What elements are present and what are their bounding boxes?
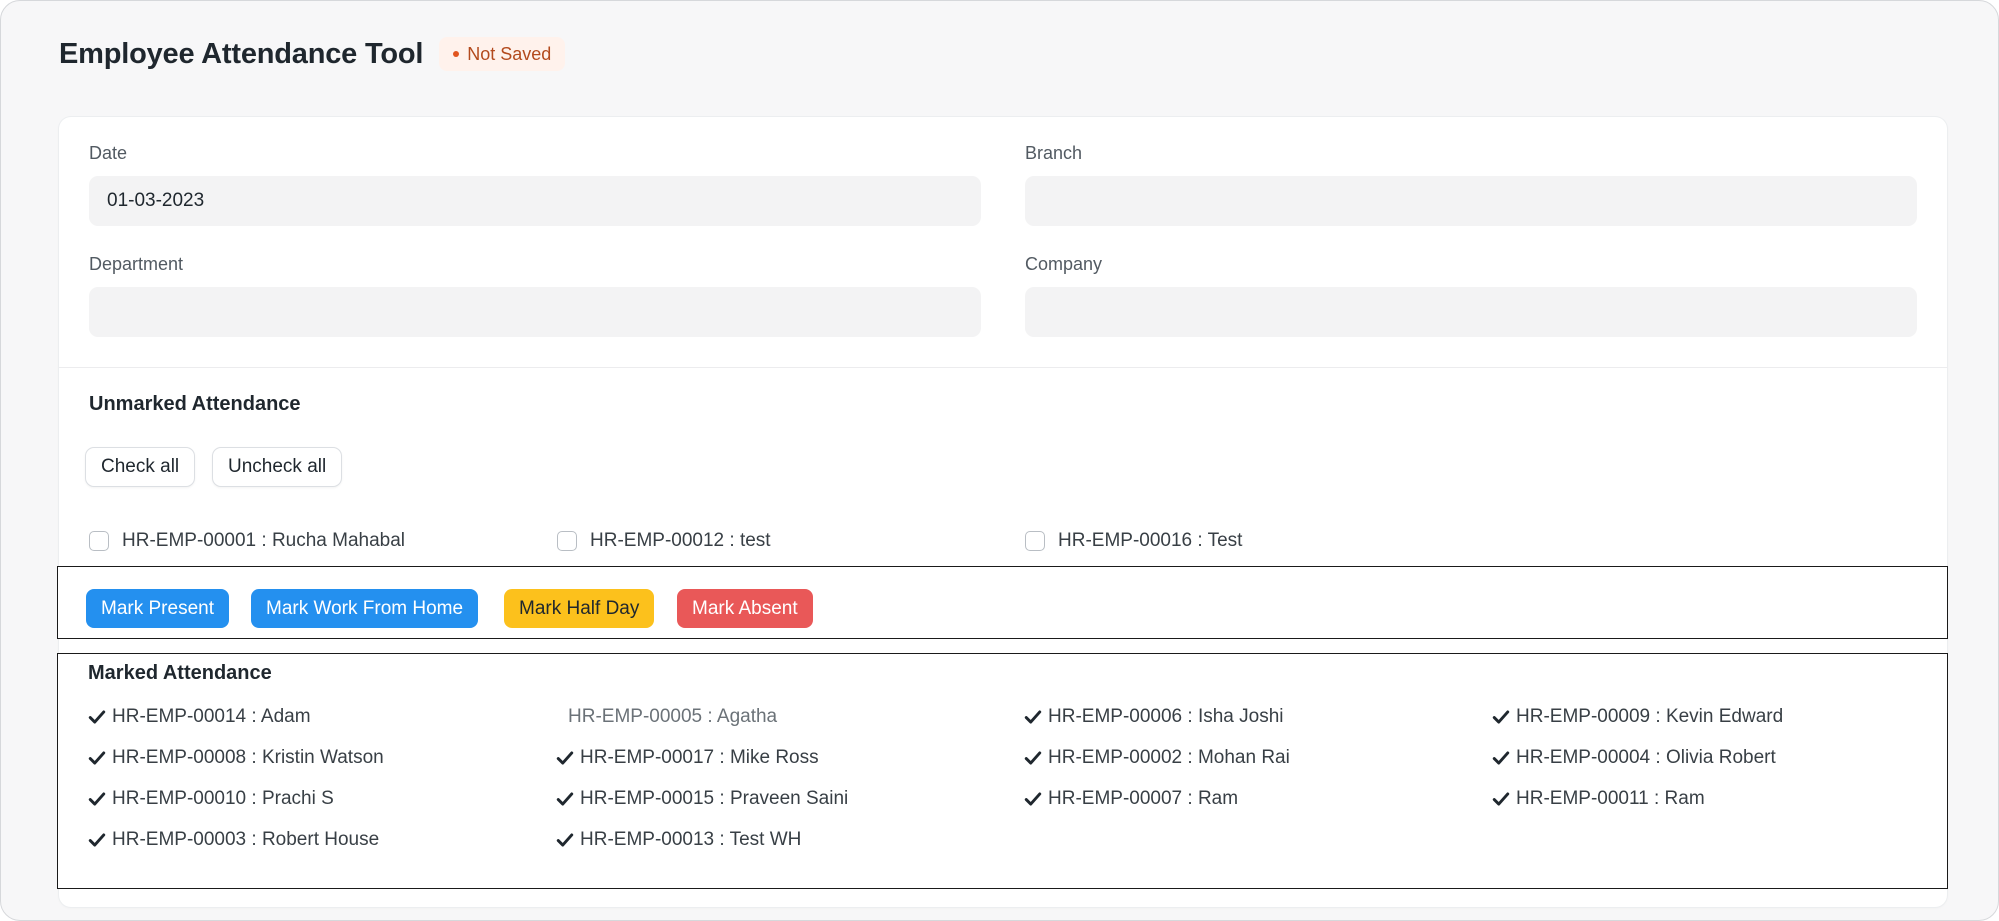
- date-label: Date: [89, 143, 128, 163]
- mark-work-from-home-button[interactable]: Mark Work From Home: [251, 589, 479, 628]
- department-field: Department: [89, 254, 981, 337]
- status-dot-icon: [453, 51, 460, 57]
- status-badge-label: Not Saved: [467, 43, 552, 64]
- mark-present-button[interactable]: Mark Present: [86, 589, 229, 628]
- marked-employee-label: HR-EMP-00010 : Prachi S: [112, 788, 334, 809]
- company-field: Company: [1025, 254, 1917, 337]
- section-divider: [59, 367, 1947, 368]
- department-input[interactable]: [89, 287, 981, 337]
- marked-employee-item: HR-EMP-00004 : Olivia Robert: [1492, 747, 1776, 769]
- page-title: Employee Attendance Tool: [59, 37, 424, 70]
- check-icon: [556, 792, 574, 806]
- check-icon: [1492, 792, 1510, 806]
- check-icon: [88, 751, 106, 765]
- marked-employee-label: HR-EMP-00007 : Ram: [1048, 788, 1239, 809]
- marked-employee-item: HR-EMP-00008 : Kristin Watson: [88, 747, 384, 769]
- page-header: Employee Attendance Tool Not Saved: [59, 31, 566, 77]
- check-icon: [1024, 792, 1042, 806]
- marked-attendance-section: Marked Attendance HR-EMP-00014 : Adam HR-…: [57, 653, 1948, 889]
- marked-employee-item: HR-EMP-00011 : Ram: [1492, 788, 1705, 810]
- marked-employee-item: HR-EMP-00002 : Mohan Rai: [1024, 747, 1290, 769]
- marked-employee-label: HR-EMP-00013 : Test WH: [580, 829, 802, 850]
- employee-label: HR-EMP-00016 : Test: [1058, 530, 1243, 551]
- marked-employee-item: HR-EMP-00014 : Adam: [88, 706, 311, 728]
- date-field: Date 01-03-2023: [89, 143, 981, 226]
- marked-employee-label: HR-EMP-00002 : Mohan Rai: [1048, 747, 1290, 768]
- employee-checkbox[interactable]: [557, 531, 577, 551]
- check-icon: [556, 751, 574, 765]
- check-icon: [88, 833, 106, 847]
- marked-employee-item: HR-EMP-00017 : Mike Ross: [556, 747, 819, 769]
- check-icon: [88, 792, 106, 806]
- marked-employee-item: HR-EMP-00003 : Robert House: [88, 829, 379, 851]
- employee-checkbox[interactable]: [1025, 531, 1045, 551]
- check-icon: [1024, 710, 1042, 724]
- check-all-button[interactable]: Check all: [85, 447, 196, 487]
- unmarked-employee-row[interactable]: HR-EMP-00016 : Test: [1025, 530, 1242, 552]
- marked-employee-item: HR-EMP-00013 : Test WH: [556, 829, 801, 851]
- app-window: Employee Attendance Tool Not Saved Date …: [0, 0, 1999, 921]
- employee-label: HR-EMP-00012 : test: [590, 530, 771, 551]
- marked-employee-label: HR-EMP-00014 : Adam: [112, 706, 311, 727]
- marked-employee-label: HR-EMP-00009 : Kevin Edward: [1516, 706, 1784, 727]
- marked-employee-item: HR-EMP-00006 : Isha Joshi: [1024, 706, 1284, 728]
- marked-employee-item: HR-EMP-00005 : Agatha: [556, 706, 777, 728]
- mark-actions-bar: Mark Present Mark Work From Home Mark Ha…: [57, 566, 1948, 639]
- employee-checkbox[interactable]: [89, 531, 109, 551]
- branch-input[interactable]: [1025, 176, 1917, 226]
- marked-employee-item: HR-EMP-00010 : Prachi S: [88, 788, 334, 810]
- check-icon: [556, 833, 574, 847]
- date-input[interactable]: 01-03-2023: [89, 176, 981, 226]
- marked-employee-label: HR-EMP-00008 : Kristin Watson: [112, 747, 384, 768]
- marked-employee-label: HR-EMP-00004 : Olivia Robert: [1516, 747, 1776, 768]
- check-icon: [1024, 751, 1042, 765]
- unmarked-employee-row[interactable]: HR-EMP-00001 : Rucha Mahabal: [89, 530, 405, 552]
- marked-employee-label: HR-EMP-00006 : Isha Joshi: [1048, 706, 1284, 727]
- uncheck-all-button[interactable]: Uncheck all: [212, 447, 343, 487]
- mark-half-day-button[interactable]: Mark Half Day: [504, 589, 655, 628]
- branch-label: Branch: [1025, 143, 1083, 163]
- unmarked-attendance-title: Unmarked Attendance: [89, 393, 301, 415]
- marked-employee-label: HR-EMP-00003 : Robert House: [112, 829, 380, 850]
- marked-employee-label: HR-EMP-00017 : Mike Ross: [580, 747, 819, 768]
- marked-employee-item: HR-EMP-00007 : Ram: [1024, 788, 1238, 810]
- branch-field: Branch: [1025, 143, 1917, 226]
- marked-employee-label: HR-EMP-00015 : Praveen Saini: [580, 788, 849, 809]
- employee-label: HR-EMP-00001 : Rucha Mahabal: [122, 530, 406, 551]
- marked-attendance-title: Marked Attendance: [88, 662, 272, 684]
- marked-employee-item: HR-EMP-00009 : Kevin Edward: [1492, 706, 1783, 728]
- unmarked-employee-row[interactable]: HR-EMP-00012 : test: [557, 530, 771, 552]
- company-input[interactable]: [1025, 287, 1917, 337]
- check-icon: [1492, 710, 1510, 724]
- check-icon: [1492, 751, 1510, 765]
- status-badge: Not Saved: [439, 37, 566, 71]
- company-label: Company: [1025, 254, 1103, 274]
- marked-employee-label: HR-EMP-00005 : Agatha: [568, 706, 778, 727]
- department-label: Department: [89, 254, 184, 274]
- check-icon: [88, 710, 106, 724]
- marked-employee-label: HR-EMP-00011 : Ram: [1516, 788, 1705, 809]
- marked-employee-item: HR-EMP-00015 : Praveen Saini: [556, 788, 848, 810]
- mark-absent-button[interactable]: Mark Absent: [677, 589, 813, 628]
